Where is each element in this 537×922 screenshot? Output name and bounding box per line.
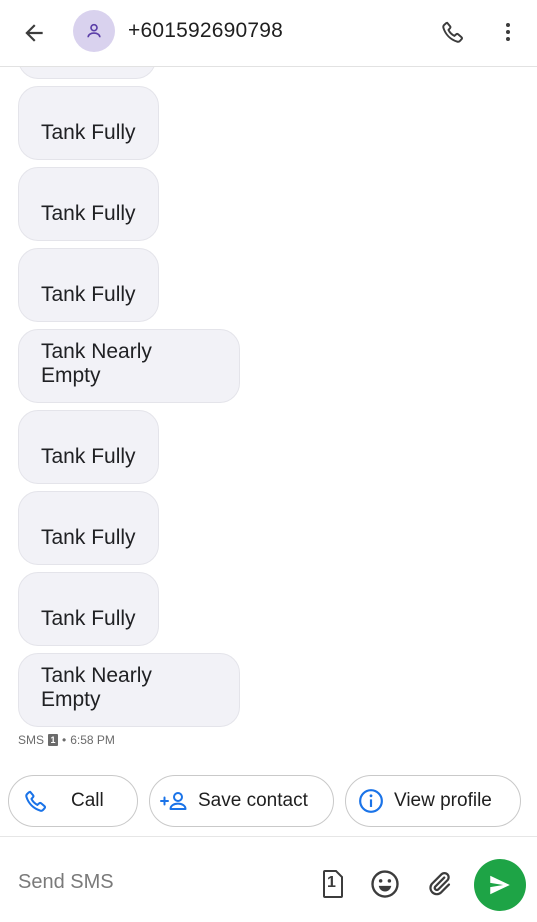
message-text: Tank Nearly Empty [41, 340, 152, 387]
message-bubble[interactable]: Tank Fully [18, 248, 159, 322]
message-bubble-partial[interactable] [18, 67, 156, 79]
message-time: 6:58 PM [70, 733, 115, 747]
call-chip-label: Call [71, 790, 104, 811]
message-text: Tank Fully [41, 445, 136, 468]
send-button[interactable] [474, 859, 526, 911]
call-chip[interactable]: Call [8, 775, 138, 827]
message-bubble[interactable]: Tank Fully [18, 410, 159, 484]
message-bubble[interactable]: Tank Fully [18, 572, 159, 646]
suggestion-chips: Call Save contact View profile [0, 775, 537, 829]
view-profile-chip[interactable]: View profile [345, 775, 521, 827]
phone-icon [442, 21, 463, 43]
sim-badge: 1 [48, 734, 59, 746]
paperclip-icon [429, 871, 451, 896]
message-bubble[interactable]: Tank Fully [18, 86, 159, 160]
meta-separator: • [62, 733, 67, 747]
message-text: Tank Fully [41, 283, 136, 306]
sim-number: 1 [327, 874, 336, 891]
message-channel: SMS [18, 733, 45, 747]
message-text: Tank Fully [41, 121, 136, 144]
save-contact-chip-label: Save contact [198, 790, 308, 811]
message-bubble[interactable]: Tank Fully [18, 491, 159, 565]
save-contact-chip[interactable]: Save contact [149, 775, 334, 827]
message-text: Tank Fully [41, 202, 136, 225]
message-bubble[interactable]: Tank Nearly Empty [18, 329, 240, 403]
arrow-left-icon [25, 24, 43, 42]
add-person-icon [159, 786, 189, 816]
message-bubble[interactable]: Tank Nearly Empty [18, 653, 240, 727]
contact-avatar[interactable] [73, 10, 115, 52]
message-meta: SMS 1 • 6:58 PM [18, 733, 115, 747]
message-text: Tank Fully [41, 526, 136, 549]
emoji-icon [371, 870, 399, 898]
back-button[interactable] [14, 13, 54, 53]
call-header-button[interactable] [432, 11, 474, 53]
message-list[interactable]: Tank Fully Tank Fully Tank Fully Tank Ne… [0, 67, 537, 767]
view-profile-chip-label: View profile [394, 790, 492, 811]
conversation-header: +601592690798 [0, 0, 537, 67]
sim-select-button[interactable]: 1 [316, 867, 350, 901]
emoji-button[interactable] [368, 867, 402, 901]
message-composer: 1 [0, 837, 537, 922]
attach-button[interactable] [422, 867, 456, 901]
message-text: Tank Nearly Empty [41, 664, 152, 711]
person-icon [87, 23, 101, 38]
info-icon [356, 786, 386, 816]
send-icon [490, 875, 510, 895]
more-options-button[interactable] [488, 11, 528, 53]
more-vert-icon [506, 23, 510, 41]
sms-input[interactable] [18, 867, 308, 897]
message-text: Tank Fully [41, 607, 136, 630]
message-bubble[interactable]: Tank Fully [18, 167, 159, 241]
contact-number[interactable]: +601592690798 [128, 19, 283, 43]
phone-icon [21, 786, 51, 816]
